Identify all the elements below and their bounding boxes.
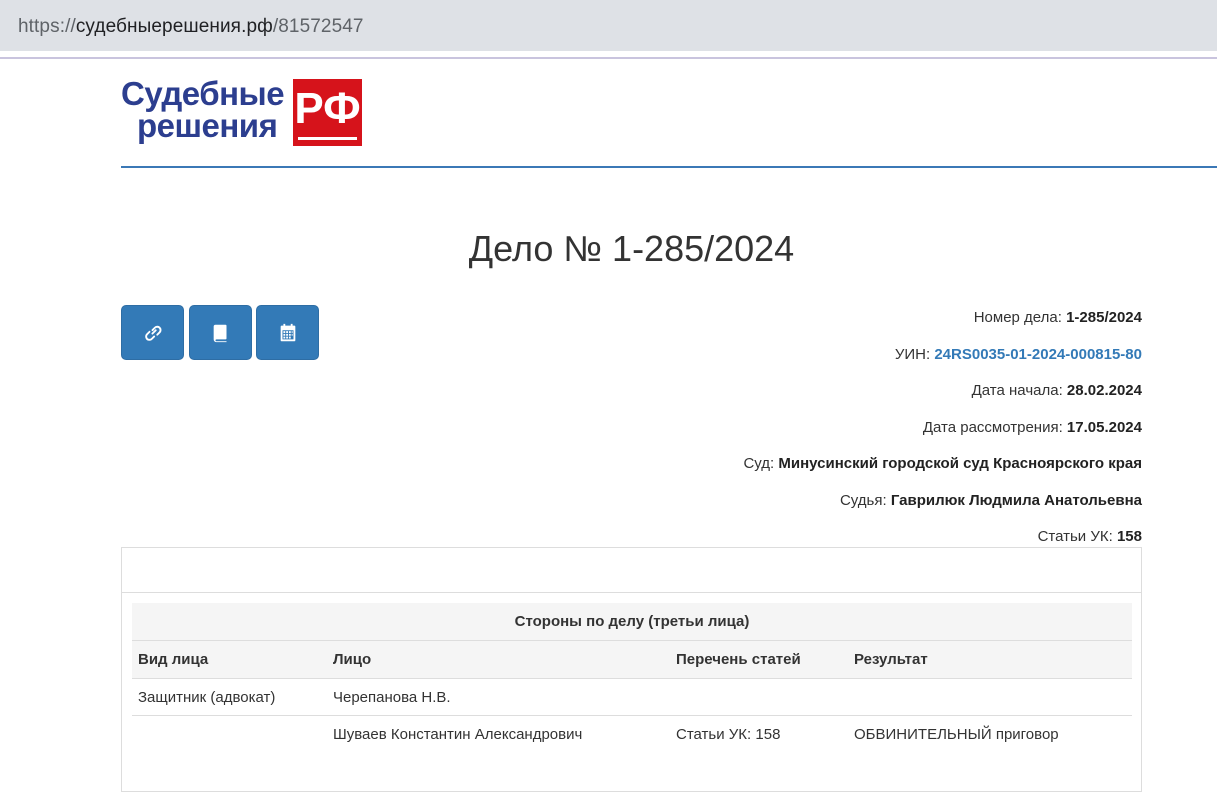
parties-table: Стороны по делу (третьи лица) Вид лица Л… bbox=[132, 603, 1132, 752]
uin-link[interactable]: 24RS0035-01-2024-000815-80 bbox=[934, 346, 1142, 363]
column-header-role: Вид лица bbox=[132, 640, 327, 679]
case-info: Номер дела: 1-285/2024 УИН: 24RS0035-01-… bbox=[743, 309, 1142, 565]
header-divider bbox=[121, 166, 1217, 168]
case-number-row: Номер дела: 1-285/2024 bbox=[743, 309, 1142, 346]
address-bar[interactable]: https://судебныерешения.рф/81572547 bbox=[0, 0, 1217, 51]
link-button[interactable] bbox=[121, 305, 184, 360]
start-date-value: 28.02.2024 bbox=[1066, 382, 1142, 399]
cell-role: Защитник (адвокат) bbox=[132, 678, 327, 716]
start-date-row: Дата начала: 28.02.2024 bbox=[743, 382, 1142, 419]
logo-word-2: решения bbox=[137, 107, 278, 144]
uin-row: УИН: 24RS0035-01-2024-000815-80 bbox=[743, 346, 1142, 383]
cell-result bbox=[848, 678, 1132, 716]
court-row: Суд: Минусинский городской суд Красноярс… bbox=[743, 455, 1142, 492]
table-header-row: Вид лица Лицо Перечень статей Результат bbox=[132, 640, 1132, 679]
site-logo[interactable]: Судебные решения РФ bbox=[121, 75, 366, 147]
review-date-value: 17.05.2024 bbox=[1066, 418, 1142, 436]
calendar-icon bbox=[280, 323, 295, 341]
toolbar-divider bbox=[0, 57, 1217, 59]
parties-panel: Стороны по делу (третьи лица) Вид лица Л… bbox=[121, 547, 1142, 792]
column-header-result: Результат bbox=[848, 640, 1132, 679]
column-header-articles: Перечень статей bbox=[670, 640, 848, 679]
url-scheme: https:// bbox=[18, 16, 76, 37]
column-header-person: Лицо bbox=[327, 640, 670, 679]
start-date-label: Дата начала: bbox=[971, 382, 1063, 399]
table-caption: Стороны по делу (третьи лица) bbox=[132, 603, 1132, 641]
cell-role bbox=[132, 716, 327, 753]
logo-badge-underline bbox=[298, 137, 357, 140]
logo-badge-text: РФ bbox=[294, 84, 361, 133]
table-row: Защитник (адвокат) Черепанова Н.В. bbox=[132, 678, 1132, 716]
table-caption-row: Стороны по делу (третьи лица) bbox=[132, 603, 1132, 641]
calendar-button[interactable] bbox=[256, 305, 319, 360]
panel-header bbox=[122, 548, 1141, 593]
url-host: судебныерешения.рф bbox=[75, 16, 273, 37]
url-path: /81572547 bbox=[272, 16, 364, 37]
judge-label: Судья: bbox=[839, 491, 887, 509]
cell-person: Шуваев Константин Александрович bbox=[333, 725, 583, 743]
url-text[interactable]: https://судебныерешения.рф/81572547 bbox=[18, 16, 364, 38]
judge-value: Гаврилюк Людмила Анатольевна bbox=[890, 491, 1142, 509]
cell-articles: Статьи УК: 158 bbox=[676, 725, 781, 743]
court-label: Суд: bbox=[743, 455, 775, 472]
court-value: Минусинский городской суд Красноярского … bbox=[778, 455, 1142, 472]
review-date-label: Дата рассмотрения: bbox=[922, 418, 1063, 436]
review-date-row: Дата рассмотрения: 17.05.2024 bbox=[743, 419, 1142, 456]
book-button[interactable] bbox=[189, 305, 252, 360]
articles-label: Статьи УК: bbox=[1037, 528, 1113, 545]
logo-badge: РФ bbox=[293, 79, 362, 146]
case-number-value: 1-285/2024 bbox=[1066, 309, 1142, 326]
table-row: Шуваев Константин Александрович Статьи У… bbox=[132, 716, 1132, 753]
cell-person: Черепанова Н.В. bbox=[327, 678, 670, 716]
link-icon bbox=[144, 325, 162, 341]
book-icon bbox=[213, 324, 226, 342]
judge-row: Судья: Гаврилюк Людмила Анатольевна bbox=[743, 492, 1142, 529]
cell-articles bbox=[670, 678, 848, 716]
cell-result: ОБВИНИТЕЛЬНЫЙ приговор bbox=[854, 725, 1059, 743]
uin-label: УИН: bbox=[894, 345, 931, 363]
articles-value: 158 bbox=[1116, 528, 1142, 545]
page-title: Дело № 1-285/2024 bbox=[468, 228, 795, 269]
case-number-label: Номер дела: bbox=[973, 309, 1062, 326]
